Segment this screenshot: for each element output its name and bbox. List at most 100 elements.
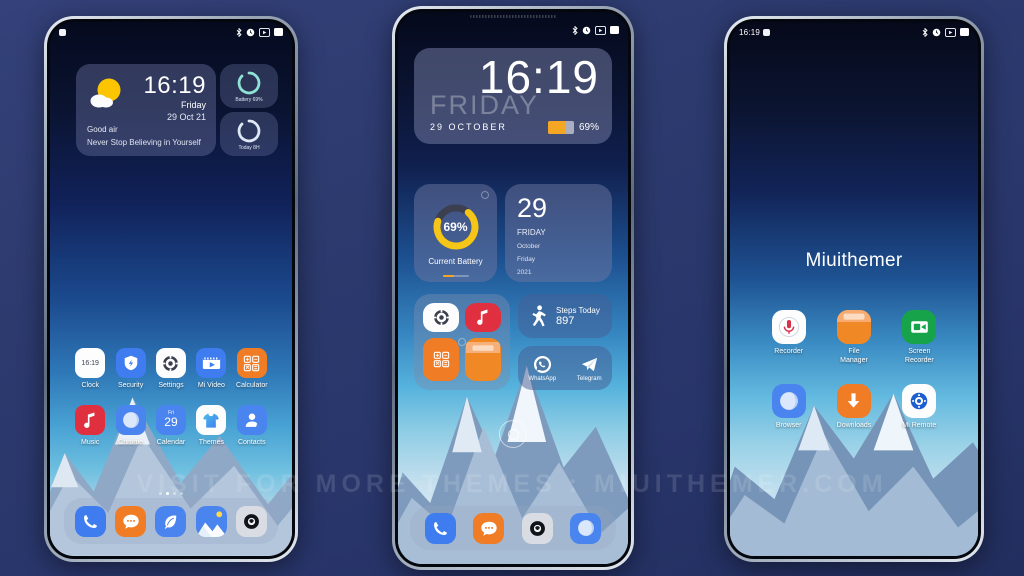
phone-device-1: 16:19 Friday 29 Oct 21 Good air Never St…	[44, 16, 298, 562]
page-dot[interactable]	[173, 492, 176, 495]
bluetooth-icon	[922, 27, 928, 37]
app-mi-video[interactable]: Mi Video	[191, 348, 231, 389]
phone3-app-grid: Recorder File Manager Screen Recorder Br…	[756, 310, 952, 430]
app-label: Browser	[775, 421, 802, 429]
battery-ring-icon	[237, 71, 261, 94]
battery-bar-icon	[547, 121, 574, 134]
usage-ring-widget[interactable]: Today 8H	[220, 112, 278, 156]
screenshot-icon	[259, 27, 270, 37]
phone3-bezel: 16:19 Miuithemer Recorder File Manager S…	[727, 19, 981, 559]
music-note-icon[interactable]	[465, 303, 501, 332]
app-security[interactable]: Security	[110, 348, 150, 389]
phone1-dock	[64, 498, 278, 544]
app-chrome[interactable]: Chrome	[110, 405, 150, 446]
phone3-screen[interactable]: 16:19 Miuithemer Recorder File Manager S…	[730, 22, 978, 556]
battery-ring-label: Battery 69%	[235, 96, 263, 103]
shortcut-label: Telegram	[576, 375, 602, 382]
calculator-icon[interactable]	[423, 337, 459, 381]
downloads-arrow-icon	[836, 383, 871, 418]
app-calculator[interactable]: Calculator	[232, 348, 272, 389]
app-downloads[interactable]: Downloads	[821, 383, 886, 431]
clock-icon: 16:19	[75, 348, 106, 378]
battery-ring-widget[interactable]: Battery 69%	[220, 64, 278, 108]
file-manager-icon	[836, 310, 871, 344]
dock-gallery-icon[interactable]	[195, 505, 227, 537]
phone2-widget-row-3: Steps Today 897 WhatsApp Telegram	[414, 294, 612, 390]
file-manager-icon[interactable]	[465, 337, 501, 381]
battery-icon	[274, 28, 283, 36]
dock-phone-icon[interactable]	[424, 512, 456, 544]
page-dot-active[interactable]	[166, 492, 169, 495]
phone-device-3: 16:19 Miuithemer Recorder File Manager S…	[724, 16, 984, 562]
dock-notes-icon[interactable]	[155, 505, 187, 537]
dock-chrome-icon[interactable]	[570, 512, 602, 544]
phone1-app-grid: 16:19 Clock Security Settings Mi Video C…	[70, 348, 272, 446]
phone1-status-left	[59, 28, 66, 36]
current-battery-widget[interactable]: 69% Current Battery	[414, 184, 497, 282]
app-browser[interactable]: Browser	[756, 383, 821, 431]
page-dot[interactable]	[180, 492, 183, 495]
steps-widget[interactable]: Steps Today 897	[518, 294, 612, 338]
browser-icon	[771, 383, 806, 418]
app-contacts[interactable]: Contacts	[232, 405, 272, 446]
phone3-status-left: 16:19	[739, 27, 771, 37]
date-widget[interactable]: 29 FRIDAY October Friday 2021	[505, 184, 612, 282]
chrome-icon	[115, 405, 146, 435]
widget-settings-icon[interactable]	[481, 191, 489, 199]
app-folder-widget[interactable]	[414, 294, 510, 390]
app-recorder[interactable]: Recorder	[756, 310, 821, 366]
app-themes[interactable]: Themes	[191, 405, 231, 446]
date-widget-month: October	[517, 243, 541, 251]
shortcut-telegram[interactable]: Telegram	[577, 355, 602, 382]
whatsapp-icon	[533, 355, 551, 373]
page-dot[interactable]	[159, 492, 162, 495]
phone1-top-widget-group: 16:19 Friday 29 Oct 21 Good air Never St…	[76, 64, 278, 156]
bluetooth-icon	[572, 25, 578, 35]
app-music[interactable]: Music	[70, 405, 110, 446]
dock-camera-icon[interactable]	[521, 512, 553, 544]
security-shield-icon	[115, 348, 146, 378]
phone2-status-right	[572, 25, 619, 35]
date-widget-day: 29	[517, 193, 548, 223]
dock-messages-icon[interactable]	[473, 512, 505, 544]
phone1-page-indicator[interactable]	[50, 492, 292, 495]
dock-phone-icon[interactable]	[74, 505, 106, 537]
shortcut-whatsapp[interactable]: WhatsApp	[528, 355, 556, 382]
phone1-screen[interactable]: 16:19 Friday 29 Oct 21 Good air Never St…	[50, 22, 292, 556]
battery-percent-label: 69%	[578, 122, 599, 133]
steps-widget-title: Steps Today	[556, 305, 600, 315]
mi-video-icon	[196, 348, 227, 378]
app-label: Mi Remote	[902, 421, 937, 429]
phone2-clock-widget[interactable]: 16:19 FRIDAY 29 OCTOBER 69%	[414, 48, 612, 144]
battery-widget-caption: Current Battery	[428, 256, 483, 266]
telegram-icon	[581, 357, 597, 371]
weather-clock-widget[interactable]: 16:19 Friday 29 Oct 21 Good air Never St…	[76, 64, 216, 156]
battery-donut-percent: 69%	[443, 219, 468, 234]
weather-widget-day: Friday	[180, 100, 206, 110]
dock-messages-icon[interactable]	[115, 505, 147, 537]
phone2-screen[interactable]: 16:19 FRIDAY 29 OCTOBER 69% 69% Current …	[398, 12, 628, 564]
usage-ring-icon	[237, 119, 261, 142]
dock-camera-icon[interactable]	[236, 505, 268, 537]
usage-ring-label: Today 8H	[238, 144, 260, 151]
app-screen-recorder[interactable]: Screen Recorder	[887, 310, 952, 366]
app-clock[interactable]: 16:19 Clock	[70, 348, 110, 389]
app-label: Mi Video	[197, 382, 225, 389]
settings-gear-icon[interactable]	[423, 303, 459, 332]
app-calendar[interactable]: Fri 29 Calendar	[151, 405, 191, 446]
app-label: Security	[117, 382, 144, 389]
weather-widget-date: 29 Oct 21	[166, 112, 206, 122]
battery-icon	[610, 26, 619, 34]
camera-punch-hole-icon	[763, 28, 771, 36]
shortcut-label: WhatsApp	[528, 375, 557, 382]
mi-remote-icon	[902, 383, 937, 418]
app-file-manager[interactable]: File Manager	[821, 310, 886, 366]
app-settings[interactable]: Settings	[151, 348, 191, 389]
weather-widget-time: 16:19	[143, 72, 206, 99]
date-widget-weekday-2: Friday	[517, 256, 536, 264]
date-widget-weekday: FRIDAY	[517, 228, 546, 238]
app-mi-remote[interactable]: Mi Remote	[887, 383, 952, 431]
recorder-mic-icon	[771, 310, 806, 344]
home-circle-icon[interactable]	[499, 420, 527, 448]
status-bar-time: 16:19	[739, 27, 761, 37]
